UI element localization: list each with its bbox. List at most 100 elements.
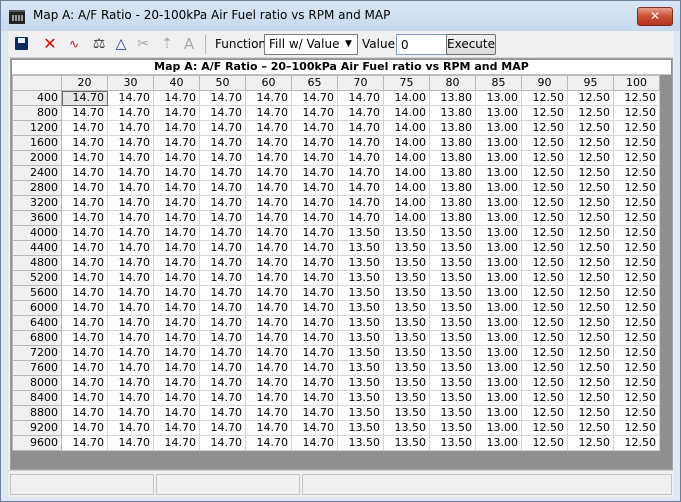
afr-cell[interactable]: 14.70 [153,240,200,256]
afr-cell[interactable]: 14.70 [153,210,200,226]
afr-cell[interactable]: 13.00 [475,300,522,316]
afr-cell[interactable]: 14.70 [245,120,292,136]
afr-cell[interactable]: 13.50 [337,360,384,376]
afr-cell[interactable]: 12.50 [521,195,568,211]
afr-cell[interactable]: 12.50 [521,345,568,361]
afr-cell[interactable]: 12.50 [613,105,660,121]
afr-cell[interactable]: 12.50 [521,435,568,451]
column-header-map-kpa[interactable]: 50 [199,75,246,91]
afr-cell[interactable]: 12.50 [567,405,614,421]
row-header-rpm[interactable]: 1600 [12,135,62,151]
afr-cell[interactable]: 13.50 [383,240,430,256]
afr-cell[interactable]: 14.70 [291,105,338,121]
afr-cell[interactable]: 13.50 [383,225,430,241]
afr-cell[interactable]: 12.50 [567,270,614,286]
afr-cell[interactable]: 14.70 [107,210,154,226]
afr-cell[interactable]: 14.70 [291,360,338,376]
afr-cell[interactable]: 14.70 [199,360,246,376]
afr-cell[interactable]: 13.50 [429,225,476,241]
afr-cell[interactable]: 14.70 [61,390,108,406]
afr-cell[interactable]: 13.50 [429,285,476,301]
afr-cell[interactable]: 14.70 [153,255,200,271]
afr-cell[interactable]: 12.50 [613,315,660,331]
afr-cell[interactable]: 14.70 [337,180,384,196]
afr-cell[interactable]: 12.50 [567,150,614,166]
afr-cell[interactable]: 13.00 [475,150,522,166]
afr-cell[interactable]: 13.00 [475,225,522,241]
afr-cell[interactable]: 14.00 [383,135,430,151]
row-header-rpm[interactable]: 8400 [12,390,62,406]
afr-cell[interactable]: 14.70 [61,165,108,181]
afr-cell[interactable]: 13.50 [337,420,384,436]
afr-cell[interactable]: 13.50 [429,270,476,286]
afr-cell[interactable]: 14.00 [383,165,430,181]
afr-cell[interactable]: 14.70 [291,345,338,361]
afr-cell[interactable]: 14.70 [153,105,200,121]
row-header-rpm[interactable]: 6000 [12,300,62,316]
afr-cell[interactable]: 13.50 [337,255,384,271]
afr-cell[interactable]: 14.70 [61,225,108,241]
afr-cell[interactable]: 12.50 [521,90,568,106]
row-header-rpm[interactable]: 9600 [12,435,62,451]
afr-cell[interactable]: 14.70 [245,285,292,301]
afr-cell[interactable]: 14.70 [199,90,246,106]
afr-cell[interactable]: 13.50 [429,420,476,436]
column-header-map-kpa[interactable]: 95 [567,75,614,91]
afr-cell[interactable]: 14.70 [291,225,338,241]
afr-cell[interactable]: 14.70 [291,90,338,106]
afr-cell[interactable]: 12.50 [613,330,660,346]
title-bar[interactable]: Map A: A/F Ratio - 20-100kPa Air Fuel ra… [1,1,680,31]
afr-cell[interactable]: 14.70 [153,390,200,406]
afr-cell[interactable]: 14.70 [107,375,154,391]
afr-cell[interactable]: 13.80 [429,135,476,151]
afr-cell[interactable]: 14.00 [383,195,430,211]
afr-cell[interactable]: 12.50 [567,360,614,376]
afr-cell[interactable]: 12.50 [521,390,568,406]
afr-cell[interactable]: 12.50 [567,90,614,106]
afr-cell[interactable]: 14.70 [153,150,200,166]
afr-cell[interactable]: 14.70 [245,105,292,121]
afr-cell[interactable]: 14.70 [153,90,200,106]
afr-cell[interactable]: 14.70 [153,345,200,361]
afr-cell[interactable]: 14.00 [383,210,430,226]
afr-cell[interactable]: 13.00 [475,405,522,421]
afr-cell[interactable]: 14.70 [291,255,338,271]
row-header-rpm[interactable]: 400 [12,90,62,106]
afr-cell[interactable]: 12.50 [521,315,568,331]
row-header-rpm[interactable]: 800 [12,105,62,121]
row-header-rpm[interactable]: 3200 [12,195,62,211]
afr-cell[interactable]: 14.70 [199,405,246,421]
afr-cell[interactable]: 14.70 [61,405,108,421]
afr-cell[interactable]: 12.50 [567,345,614,361]
afr-cell[interactable]: 14.70 [61,420,108,436]
afr-cell[interactable]: 14.70 [245,360,292,376]
afr-cell[interactable]: 14.70 [337,150,384,166]
afr-cell[interactable]: 14.70 [199,105,246,121]
afr-cell[interactable]: 14.70 [153,135,200,151]
afr-cell[interactable]: 14.70 [291,135,338,151]
afr-cell[interactable]: 14.70 [245,330,292,346]
afr-cell[interactable]: 14.70 [291,180,338,196]
afr-cell[interactable]: 12.50 [521,330,568,346]
afr-cell[interactable]: 14.70 [291,165,338,181]
afr-cell[interactable]: 12.50 [521,405,568,421]
afr-cell[interactable]: 12.50 [521,105,568,121]
afr-cell[interactable]: 12.50 [521,285,568,301]
afr-cell[interactable]: 14.00 [383,180,430,196]
afr-cell[interactable]: 12.50 [521,150,568,166]
afr-cell[interactable]: 13.50 [429,345,476,361]
afr-cell[interactable]: 14.70 [199,375,246,391]
column-header-map-kpa[interactable]: 70 [337,75,384,91]
afr-cell[interactable]: 13.50 [429,360,476,376]
afr-cell[interactable]: 13.00 [475,390,522,406]
afr-cell[interactable]: 14.70 [245,420,292,436]
afr-cell[interactable]: 12.50 [567,315,614,331]
afr-cell[interactable]: 12.50 [521,360,568,376]
row-header-rpm[interactable]: 7200 [12,345,62,361]
afr-cell[interactable]: 13.00 [475,180,522,196]
afr-cell[interactable]: 12.50 [613,225,660,241]
afr-cell[interactable]: 12.50 [567,210,614,226]
afr-cell[interactable]: 14.70 [61,180,108,196]
afr-cell[interactable]: 14.70 [291,330,338,346]
afr-cell[interactable]: 14.70 [291,240,338,256]
